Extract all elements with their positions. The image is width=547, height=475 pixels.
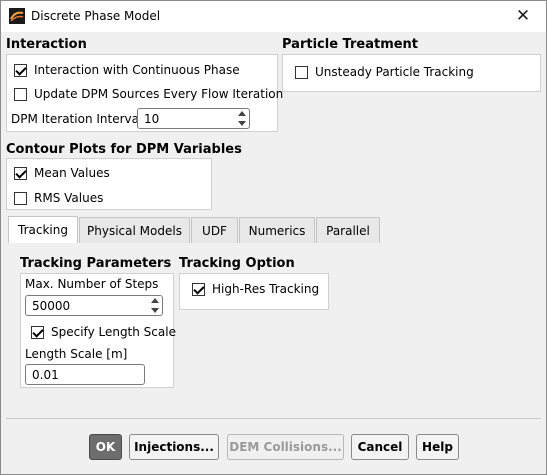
interaction-group: Interaction with Continuous Phase Update… xyxy=(6,54,283,132)
checkbox-label: RMS Values xyxy=(34,191,104,205)
checkbox-checked[interactable] xyxy=(31,325,44,339)
tab-physical-models[interactable]: Physical Models xyxy=(79,217,190,244)
ok-button[interactable]: OK xyxy=(89,434,122,460)
spinner-value: 50000 xyxy=(32,299,71,313)
length-scale-input[interactable]: 0.01 xyxy=(25,364,145,385)
interaction-continuous-phase-checkbox[interactable]: Interaction with Continuous Phase xyxy=(14,61,240,79)
particle-treatment-group: Unsteady Particle Tracking xyxy=(282,54,541,92)
dem-collisions-button[interactable]: DEM Collisions... xyxy=(227,434,344,460)
spinner-value: 10 xyxy=(144,112,160,126)
arrow-up-icon[interactable] xyxy=(151,298,159,303)
contour-plots-title: Contour Plots for DPM Variables xyxy=(6,142,242,157)
mean-values-checkbox[interactable]: Mean Values xyxy=(14,164,110,182)
title-bar: Discrete Phase Model ✕ xyxy=(1,1,546,32)
update-dpm-sources-checkbox[interactable]: Update DPM Sources Every Flow Iteration xyxy=(14,85,283,103)
contour-plots-group: Mean Values RMS Values xyxy=(6,158,212,210)
specify-length-scale-checkbox[interactable]: Specify Length Scale xyxy=(31,323,176,341)
max-steps-spinner[interactable]: 50000 xyxy=(25,295,163,316)
unsteady-particle-tracking-checkbox[interactable]: Unsteady Particle Tracking xyxy=(295,63,474,81)
dpm-iteration-interval-spinner[interactable]: 10 xyxy=(137,108,250,129)
checkbox-label: Mean Values xyxy=(34,166,110,180)
tab-numerics[interactable]: Numerics xyxy=(239,217,315,244)
tracking-option-group: High-Res Tracking xyxy=(179,273,329,310)
checkbox-unchecked[interactable] xyxy=(14,87,27,101)
dpm-iteration-interval-label: DPM Iteration Interval xyxy=(11,112,143,126)
arrow-down-icon[interactable] xyxy=(238,121,246,126)
tracking-parameters-title: Tracking Parameters xyxy=(20,256,172,271)
cancel-button[interactable]: Cancel xyxy=(351,434,409,460)
fluent-app-icon xyxy=(9,8,25,24)
injections-button[interactable]: Injections... xyxy=(129,434,219,460)
tab-parallel[interactable]: Parallel xyxy=(316,217,380,244)
checkbox-unchecked[interactable] xyxy=(295,65,308,79)
tab-tracking[interactable]: Tracking xyxy=(8,216,78,244)
particle-treatment-title: Particle Treatment xyxy=(282,37,419,52)
tracking-option-title: Tracking Option xyxy=(179,256,295,271)
checkbox-checked[interactable] xyxy=(14,166,27,180)
arrow-down-icon[interactable] xyxy=(151,308,159,313)
high-res-tracking-checkbox[interactable]: High-Res Tracking xyxy=(192,280,319,298)
checkbox-label: Interaction with Continuous Phase xyxy=(34,63,240,77)
interaction-title: Interaction xyxy=(6,37,87,52)
max-steps-label: Max. Number of Steps xyxy=(25,277,159,291)
input-value: 0.01 xyxy=(32,368,59,382)
checkbox-checked[interactable] xyxy=(192,282,205,296)
spinner-arrows[interactable] xyxy=(150,297,160,315)
rms-values-checkbox[interactable]: RMS Values xyxy=(14,189,103,207)
length-scale-label: Length Scale [m] xyxy=(25,347,128,361)
checkbox-label: Unsteady Particle Tracking xyxy=(315,65,474,79)
dpm-dialog: Discrete Phase Model ✕ Interaction Inter… xyxy=(0,0,547,475)
spinner-arrows[interactable] xyxy=(237,110,247,128)
tracking-parameters-group: Max. Number of Steps 50000 Specify Lengt… xyxy=(20,273,176,388)
checkbox-label: High-Res Tracking xyxy=(212,282,320,296)
checkbox-unchecked[interactable] xyxy=(14,191,27,205)
tab-udf[interactable]: UDF xyxy=(191,217,238,244)
window-title: Discrete Phase Model xyxy=(31,9,161,23)
help-button[interactable]: Help xyxy=(416,434,459,460)
checkbox-label: Specify Length Scale xyxy=(51,325,176,339)
footer-separator xyxy=(6,418,541,419)
checkbox-checked[interactable] xyxy=(14,63,27,77)
checkbox-label: Update DPM Sources Every Flow Iteration xyxy=(34,87,284,101)
tracking-tab-panel: Tracking Parameters Max. Number of Steps… xyxy=(6,243,381,413)
arrow-up-icon[interactable] xyxy=(238,111,246,116)
close-icon[interactable]: ✕ xyxy=(500,1,546,32)
